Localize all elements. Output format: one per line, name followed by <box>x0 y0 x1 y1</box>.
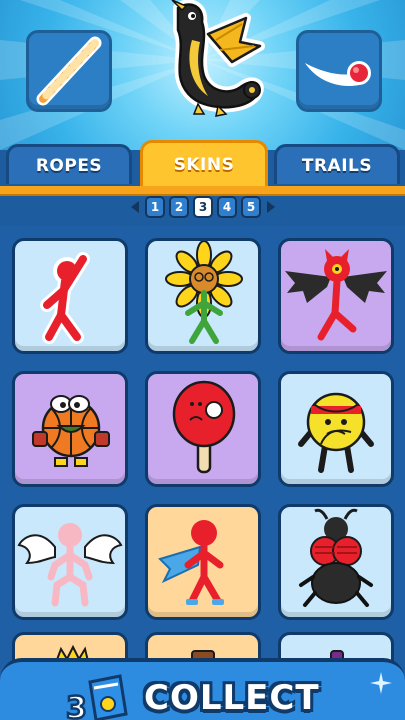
skin-card-fly[interactable] <box>278 504 394 620</box>
sparkle-icon <box>370 672 392 694</box>
ball-trail-icon <box>305 61 371 87</box>
svg-text:3: 3 <box>66 691 87 720</box>
basketball-character-icon <box>32 395 110 467</box>
previous-page-arrow-icon[interactable] <box>131 201 139 213</box>
tab-skins-label: SKINS <box>173 154 235 175</box>
featured-header <box>0 0 405 150</box>
trail-preview-button[interactable] <box>296 30 382 112</box>
angel-stickman-icon <box>17 523 123 607</box>
skin-card-sunflower[interactable] <box>145 238 261 354</box>
page-button-5[interactable]: 5 <box>241 196 261 218</box>
rope-preview-button[interactable] <box>26 30 112 112</box>
red-stickman-waving-icon <box>40 252 90 344</box>
tab-ropes[interactable]: ROPES <box>6 144 132 184</box>
page-button-3[interactable]: 3 <box>193 196 213 218</box>
page-button-1[interactable]: 1 <box>145 196 165 218</box>
volleyball-character-icon <box>298 392 374 473</box>
skin-card-ping-pong[interactable] <box>145 371 261 487</box>
bat-demon-stickman-icon <box>285 249 387 341</box>
skin-card-volleyball[interactable] <box>278 371 394 487</box>
superhero-stickman-icon <box>158 520 224 605</box>
striped-rope-icon <box>36 36 102 106</box>
tab-ropes-label: ROPES <box>35 155 103 176</box>
tab-trails[interactable]: TRAILS <box>274 144 400 184</box>
skin-card-red-stickman[interactable] <box>12 238 128 354</box>
tab-skins[interactable]: SKINS <box>140 140 268 186</box>
tab-trails-label: TRAILS <box>301 155 373 176</box>
next-page-arrow-icon[interactable] <box>267 201 275 213</box>
skin-card-superhero[interactable] <box>145 504 261 620</box>
fly-character-icon <box>299 508 373 607</box>
skin-card-bat-demon[interactable] <box>278 238 394 354</box>
skin-card-basketball[interactable] <box>12 371 128 487</box>
ping-pong-paddle-icon <box>172 380 236 474</box>
page-button-2[interactable]: 2 <box>169 196 189 218</box>
collect-button[interactable]: 3 COLLECT <box>0 658 405 720</box>
page-selector: 1 2 3 4 5 <box>120 194 286 220</box>
sunflower-stickman-icon <box>165 241 243 344</box>
collect-label: COLLECT <box>144 678 320 718</box>
collection-book-icon: 3 <box>65 674 128 720</box>
dragon-icon <box>171 0 265 117</box>
category-tabs: ROPES TRAILS SKINS <box>0 140 405 188</box>
skins-grid <box>0 226 405 720</box>
skin-card-angel[interactable] <box>12 504 128 620</box>
page-button-4[interactable]: 4 <box>217 196 237 218</box>
